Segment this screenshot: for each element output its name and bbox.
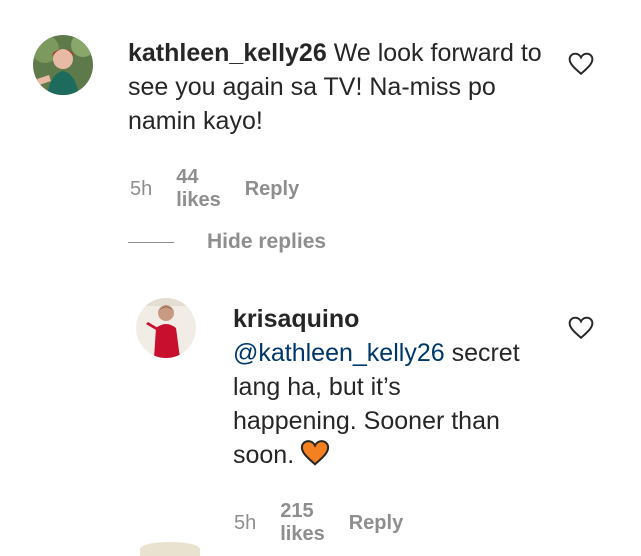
comment-likes[interactable]: 44 likes xyxy=(176,166,220,212)
like-heart-icon[interactable] xyxy=(568,52,594,76)
comment-meta: 5h 44 likes Reply xyxy=(130,166,299,212)
reply-meta: 5h 215 likes Reply xyxy=(234,500,403,546)
like-heart-icon[interactable] xyxy=(568,316,594,340)
orange-heart-icon xyxy=(301,440,330,466)
reply-button[interactable]: Reply xyxy=(245,178,299,201)
comment-text: kathleen_kelly26 We look forward to see … xyxy=(128,36,558,138)
hide-replies-toggle[interactable]: Hide replies xyxy=(128,230,326,254)
comment-username[interactable]: kathleen_kelly26 xyxy=(128,39,327,67)
reply-line-1: @kathleen_kelly26 secret xyxy=(233,336,563,370)
reply-line-3: happening. Sooner than xyxy=(233,407,500,435)
reply-time[interactable]: 5h xyxy=(234,512,256,535)
reply-line-4: soon. xyxy=(233,438,563,472)
reply-likes[interactable]: 215 likes xyxy=(280,500,324,546)
hide-replies-label: Hide replies xyxy=(207,230,327,253)
reply-username[interactable]: krisaquino xyxy=(233,302,563,336)
avatar-image xyxy=(33,35,93,95)
reply-line-2: lang ha, but it’s xyxy=(233,373,401,401)
reply-line-1-text: secret xyxy=(444,339,520,367)
avatar[interactable] xyxy=(33,35,93,95)
reply-text: krisaquino @kathleen_kelly26 secret lang… xyxy=(233,302,563,472)
mention-link[interactable]: @kathleen_kelly26 xyxy=(233,339,445,367)
avatar[interactable] xyxy=(136,298,196,358)
reply-line-4-text: soon. xyxy=(233,441,295,469)
divider-line xyxy=(128,241,174,243)
reply-button[interactable]: Reply xyxy=(349,512,403,535)
comment-time[interactable]: 5h xyxy=(130,178,152,201)
next-avatar-partial xyxy=(140,542,200,556)
avatar-image xyxy=(136,298,196,358)
